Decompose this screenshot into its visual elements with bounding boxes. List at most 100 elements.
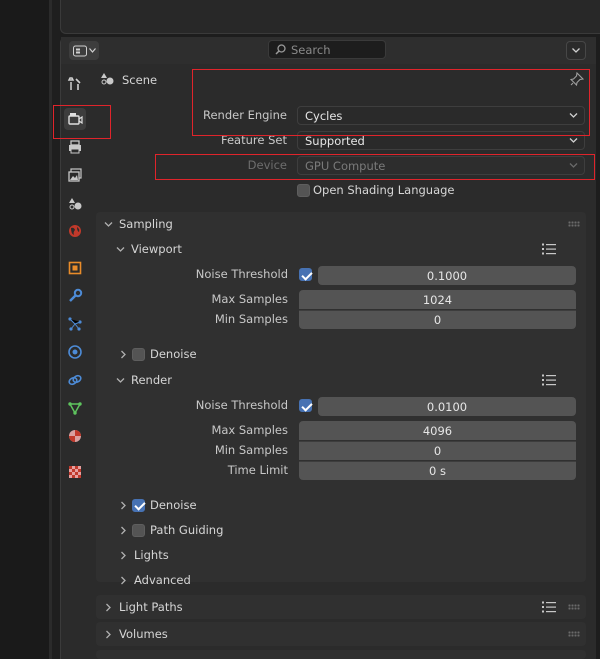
material-sphere-icon: [69, 430, 81, 442]
viewport-denoise-header[interactable]: Denoise: [120, 342, 197, 366]
render-max-samples-label: Max Samples: [211, 423, 288, 437]
presets-list-icon[interactable]: [542, 243, 556, 255]
chevron-down-icon: [116, 246, 125, 252]
viewport-subpanel-header[interactable]: Viewport: [116, 237, 182, 261]
light-paths-panel: Light Paths: [96, 595, 586, 619]
tab-view-layer[interactable]: [64, 164, 86, 186]
tab-data[interactable]: [64, 397, 86, 419]
volumes-panel-header[interactable]: Volumes: [96, 622, 586, 646]
properties-editor-icon: [72, 45, 87, 56]
sampling-title: Sampling: [119, 217, 173, 231]
wrench-icon: [69, 288, 83, 302]
viewport-denoise-label: Denoise: [150, 347, 197, 361]
render-min-samples-field[interactable]: 0: [299, 441, 576, 460]
search-icon: [275, 44, 286, 55]
viewport-title: Viewport: [131, 242, 182, 256]
chevron-right-icon: [121, 576, 126, 584]
chevron-right-icon: [121, 551, 126, 559]
chevron-down-icon: [116, 377, 125, 383]
options-dropdown-button[interactable]: [566, 41, 586, 60]
render-denoise-header[interactable]: Denoise: [120, 493, 197, 517]
tab-tool[interactable]: [64, 73, 86, 95]
light-paths-panel-header[interactable]: Light Paths: [96, 595, 586, 619]
properties-header: Search: [61, 37, 596, 64]
scene-context-icon: [101, 73, 114, 85]
drag-handle[interactable]: [568, 631, 580, 637]
tab-scene[interactable]: [64, 192, 86, 214]
chevron-right-icon: [121, 526, 126, 534]
tab-world[interactable]: [64, 220, 86, 242]
viewport-noise-threshold-checkbox[interactable]: [299, 268, 312, 281]
tab-physics[interactable]: [64, 341, 86, 363]
render-noise-threshold-checkbox[interactable]: [299, 399, 312, 412]
output-printer-icon: [69, 140, 81, 154]
osl-checkbox[interactable]: [297, 184, 310, 197]
viewport-min-samples-field[interactable]: 0: [299, 310, 576, 329]
search-input[interactable]: Search: [268, 40, 386, 59]
tab-texture[interactable]: [64, 461, 86, 483]
physics-icon: [68, 345, 82, 359]
next-panel-edge: [96, 650, 586, 659]
tab-particles[interactable]: [64, 313, 86, 335]
world-globe-icon: [69, 225, 81, 237]
render-noise-threshold-label: Noise Threshold: [195, 398, 288, 412]
sampling-panel: Sampling Viewport Noise Threshold 0.1000…: [96, 212, 586, 587]
chevron-right-icon: [121, 501, 126, 509]
chevron-down-icon: [88, 48, 96, 53]
tab-object[interactable]: [64, 257, 86, 279]
highlight-render-tab: [53, 105, 111, 139]
constraint-icon: [68, 374, 82, 386]
chevron-right-icon: [106, 603, 111, 611]
viewport-denoise-checkbox[interactable]: [132, 347, 145, 361]
advanced-header[interactable]: Advanced: [120, 568, 191, 592]
render-time-limit-label: Time Limit: [227, 463, 288, 477]
path-guiding-checkbox[interactable]: [132, 523, 145, 537]
render-time-limit-field[interactable]: 0 s: [299, 461, 576, 480]
scene-icon: [69, 198, 82, 210]
viewport-max-samples-field[interactable]: 1024: [299, 290, 576, 309]
area-divider[interactable]: [52, 0, 60, 659]
mesh-data-icon: [68, 402, 82, 415]
tab-material[interactable]: [64, 425, 86, 447]
presets-list-icon[interactable]: [542, 374, 556, 386]
volumes-panel: Volumes: [96, 622, 586, 646]
search-placeholder: Search: [291, 42, 331, 57]
presets-list-icon[interactable]: [542, 601, 556, 613]
osl-label: Open Shading Language: [313, 183, 455, 197]
viewport-noise-threshold-label: Noise Threshold: [195, 267, 288, 281]
path-guiding-header[interactable]: Path Guiding: [120, 518, 223, 542]
render-max-samples-field[interactable]: 4096: [299, 421, 576, 440]
render-denoise-checkbox[interactable]: [132, 498, 145, 512]
path-guiding-label: Path Guiding: [150, 523, 224, 537]
lights-label: Lights: [134, 548, 169, 562]
tab-output[interactable]: [64, 136, 86, 158]
highlight-device: [155, 154, 595, 180]
viewport-min-samples-label: Min Samples: [214, 312, 288, 326]
drag-handle[interactable]: [568, 221, 580, 227]
tool-icon: [67, 77, 81, 90]
volumes-title: Volumes: [119, 627, 168, 641]
viewport-noise-threshold-field[interactable]: 0.1000: [318, 266, 576, 285]
tab-constraints[interactable]: [64, 369, 86, 391]
advanced-label: Advanced: [134, 573, 191, 587]
object-square-icon: [68, 261, 82, 275]
render-noise-threshold-field[interactable]: 0.0100: [318, 397, 576, 416]
render-title: Render: [131, 373, 172, 387]
chevron-down-icon: [572, 48, 580, 53]
tab-modifiers[interactable]: [64, 285, 86, 307]
render-subpanel-header[interactable]: Render: [116, 368, 172, 392]
render-denoise-label: Denoise: [150, 498, 197, 512]
chevron-down-icon: [104, 221, 113, 227]
chevron-down-icon: [569, 138, 578, 143]
properties-tabs: [61, 64, 89, 659]
lights-header[interactable]: Lights: [120, 543, 169, 567]
drag-handle[interactable]: [568, 604, 580, 610]
3d-viewport-edge: [0, 0, 52, 659]
particles-icon: [68, 317, 82, 331]
viewport-max-samples-label: Max Samples: [211, 292, 288, 306]
highlight-render-engine: [192, 69, 590, 136]
context-label: Scene: [122, 73, 158, 87]
outliner-panel: [60, 0, 600, 34]
sampling-panel-header[interactable]: Sampling: [96, 212, 586, 236]
editor-type-button[interactable]: [69, 41, 99, 60]
